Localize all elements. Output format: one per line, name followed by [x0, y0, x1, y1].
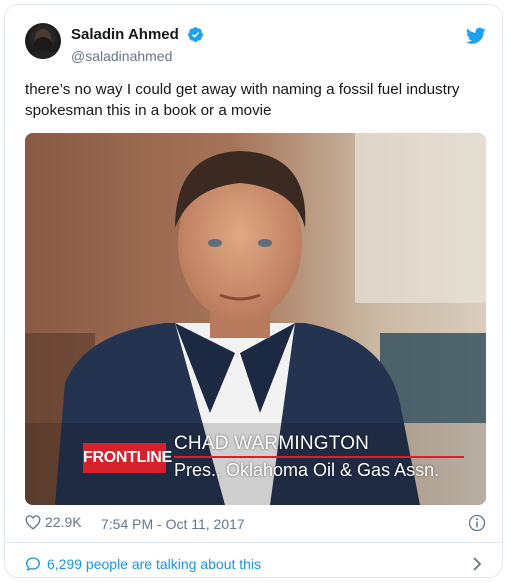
tweet-header: Saladin Ahmed @saladinahmed [25, 23, 486, 71]
speech-bubble-icon [25, 557, 41, 572]
like-button[interactable]: 22.9K [25, 514, 82, 530]
tweet-card: Saladin Ahmed @saladinahmed there’s no w… [4, 4, 503, 578]
info-icon[interactable] [468, 514, 486, 532]
author-names: Saladin Ahmed @saladinahmed [71, 25, 204, 65]
avatar[interactable] [25, 23, 61, 59]
conversation-count: 6,299 people are talking about this [47, 556, 262, 572]
author-handle[interactable]: @saladinahmed [71, 47, 204, 65]
timestamp[interactable]: 7:54 PM - Oct 11, 2017 [101, 516, 245, 532]
frontline-badge: FRONTLINE [83, 443, 172, 473]
chevron-right-icon[interactable] [472, 557, 482, 571]
conversation-link[interactable]: 6,299 people are talking about this [25, 554, 486, 574]
caption-name: CHAD WARMINGTON [174, 433, 370, 454]
caption-title: Pres., Oklahoma Oil & Gas Assn. [174, 460, 440, 480]
tweet-meta: 22.9K 7:54 PM - Oct 11, 2017 [25, 514, 486, 534]
tweet-media-image[interactable]: FRONTLINE CHAD WARMINGTON Pres., Oklahom… [25, 133, 486, 505]
like-count: 22.9K [45, 514, 82, 530]
lower-third-caption: FRONTLINE CHAD WARMINGTON Pres., Oklahom… [83, 433, 486, 485]
tweet-text: there’s no way I could get away with nam… [25, 81, 460, 119]
verified-badge-icon [188, 27, 204, 42]
footer-divider [5, 542, 502, 543]
caption-divider [174, 456, 464, 458]
author-display-name[interactable]: Saladin Ahmed [71, 25, 179, 44]
heart-icon [25, 514, 41, 530]
twitter-bird-icon[interactable] [466, 27, 486, 45]
